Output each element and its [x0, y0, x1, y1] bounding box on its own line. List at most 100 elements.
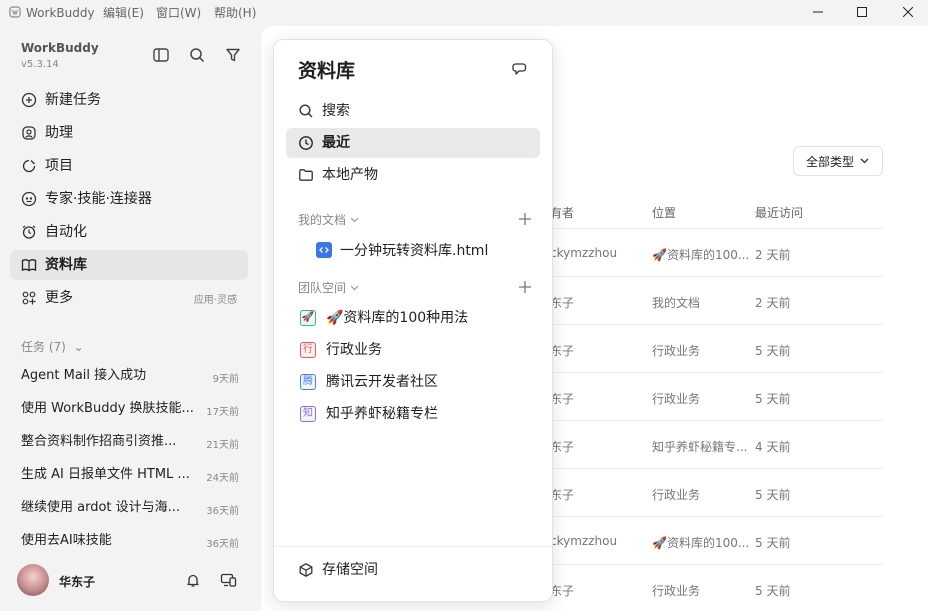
cell-location: 行政业务: [652, 344, 701, 358]
row-divider: [550, 372, 883, 373]
row-divider: [550, 420, 883, 421]
row-divider: [550, 564, 883, 565]
filter-icon[interactable]: [224, 46, 242, 64]
menu-help[interactable]: 帮助(H): [214, 5, 256, 21]
row-divider: [550, 324, 883, 325]
tasks-header[interactable]: 任务 (7) ⌄: [21, 338, 84, 355]
popup-item-search[interactable]: 搜索: [286, 96, 540, 126]
cell-location: 行政业务: [652, 488, 701, 502]
device-icon[interactable]: [220, 572, 237, 588]
row-divider: [550, 516, 883, 517]
cell-owner: 东子: [550, 344, 575, 358]
menu-window[interactable]: 窗口(W): [156, 5, 201, 21]
chevron-down-icon: [860, 158, 869, 164]
space-badge-icon: 知: [300, 406, 316, 422]
column-header-location[interactable]: 位置: [652, 204, 676, 221]
task-title: 继续使用 ardot 设计与海...: [21, 500, 181, 515]
minimize-icon: [813, 11, 823, 13]
space-badge-icon: 🚀: [300, 310, 316, 326]
popup-item-label: 本地产物: [322, 167, 378, 183]
cell-owner: 东子: [550, 440, 575, 454]
minimize-button[interactable]: [808, 3, 828, 21]
team-space-header[interactable]: 团队空间: [298, 279, 359, 296]
close-window-button[interactable]: [898, 3, 918, 21]
cell-location: 我的文档: [652, 296, 701, 310]
popup-item-label: 最近: [322, 135, 350, 151]
nav-label: 自动化: [45, 224, 87, 240]
cell-time: 5 天前: [755, 584, 791, 598]
row-divider: [550, 468, 883, 469]
cube-icon: [299, 563, 313, 577]
popup-item-recent[interactable]: 最近: [286, 128, 540, 158]
storage-label: 存储空间: [322, 562, 378, 578]
pin-icon[interactable]: [510, 60, 528, 78]
task-item[interactable]: Agent Mail 接入成功 9天前: [21, 367, 239, 387]
bell-icon[interactable]: [185, 572, 201, 588]
column-header-last-visit[interactable]: 最近访问: [755, 204, 803, 221]
assistant-icon: [22, 126, 36, 140]
my-docs-label: 我的文档: [298, 213, 347, 227]
task-title: Agent Mail 接入成功: [21, 368, 147, 383]
maximize-button[interactable]: [852, 3, 872, 21]
team-space-label: 行政业务: [326, 342, 382, 358]
cell-owner: 东子: [550, 296, 575, 310]
task-item[interactable]: 生成 AI 日报单文件 HTML ... 24天前: [21, 466, 239, 486]
add-space-icon[interactable]: [518, 280, 532, 294]
team-space-label: 团队空间: [298, 281, 347, 295]
team-space-item[interactable]: 🚀 🚀资料库的100种用法: [298, 307, 538, 331]
title-bar: WorkBuddy 编辑(E) 窗口(W) 帮助(H): [0, 0, 928, 26]
my-docs-header[interactable]: 我的文档: [298, 211, 359, 228]
team-space-label: 🚀资料库的100种用法: [326, 310, 469, 326]
maximize-icon: [857, 7, 867, 17]
search-icon[interactable]: [188, 46, 206, 64]
chevron-down-icon: ⌄: [73, 340, 84, 354]
avatar[interactable]: [17, 564, 49, 596]
type-filter-dropdown[interactable]: 全部类型: [793, 146, 883, 176]
sidebar-toggle-icon[interactable]: [152, 46, 170, 64]
doc-item-label[interactable]: 一分钟玩转资料库.html: [340, 240, 488, 260]
cell-location: 知乎养虾秘籍专...: [652, 440, 748, 454]
team-space-label: 知乎养虾秘籍专栏: [326, 406, 438, 422]
row-divider: [550, 276, 883, 277]
task-title: 使用去AI味技能: [21, 533, 112, 548]
task-item[interactable]: 使用 WorkBuddy 换肤技能... 17天前: [21, 400, 239, 420]
code-icon: [319, 247, 329, 253]
nav-expert[interactable]: 专家·技能·连接器: [10, 184, 248, 214]
popup-title: 资料库: [298, 60, 356, 82]
cell-time: 5 天前: [755, 488, 791, 502]
header-divider: [550, 228, 883, 229]
team-space-item[interactable]: 行行政业务: [298, 339, 538, 363]
column-header-owner[interactable]: 有者: [550, 204, 574, 221]
nav-more[interactable]: 更多 应用·灵感: [10, 283, 248, 313]
nav-automation[interactable]: 自动化: [10, 217, 248, 247]
task-title: 整合资料制作招商引资推...: [21, 434, 177, 449]
close-icon: [903, 7, 913, 17]
task-title: 生成 AI 日报单文件 HTML ...: [21, 467, 190, 482]
task-item[interactable]: 整合资料制作招商引资推... 21天前: [21, 433, 239, 453]
book-icon: [21, 259, 37, 272]
nav-assistant[interactable]: 助理: [10, 118, 248, 148]
add-doc-icon[interactable]: [518, 212, 532, 226]
cell-time: 2 天前: [755, 296, 791, 310]
popup-item-local[interactable]: 本地产物: [286, 160, 540, 190]
nav-label: 专家·技能·连接器: [45, 191, 152, 207]
nav-label: 资料库: [45, 257, 87, 273]
task-item[interactable]: 继续使用 ardot 设计与海... 36天前: [21, 499, 239, 519]
nav-library[interactable]: 资料库: [10, 250, 248, 280]
nav-project[interactable]: 项目: [10, 151, 248, 181]
tasks-header-label: 任务 (7): [21, 340, 66, 354]
clock-icon: [299, 136, 313, 150]
team-space-item[interactable]: 腾腾讯云开发者社区: [298, 371, 538, 395]
nav-label: 新建任务: [45, 92, 101, 108]
app-title: WorkBuddy: [26, 6, 95, 20]
cell-location: 行政业务: [652, 392, 701, 406]
nav-label: 助理: [45, 125, 73, 141]
cell-time: 5 天前: [755, 344, 791, 358]
task-item[interactable]: 使用去AI味技能 36天前: [21, 532, 239, 552]
menu-edit[interactable]: 编辑(E): [103, 5, 144, 21]
task-time: 36天前: [206, 539, 239, 550]
folder-icon: [299, 169, 313, 181]
team-space-item[interactable]: 知知乎养虾秘籍专栏: [298, 403, 538, 427]
storage-button[interactable]: 存储空间: [286, 555, 540, 585]
nav-new-task[interactable]: 新建任务: [10, 85, 248, 115]
